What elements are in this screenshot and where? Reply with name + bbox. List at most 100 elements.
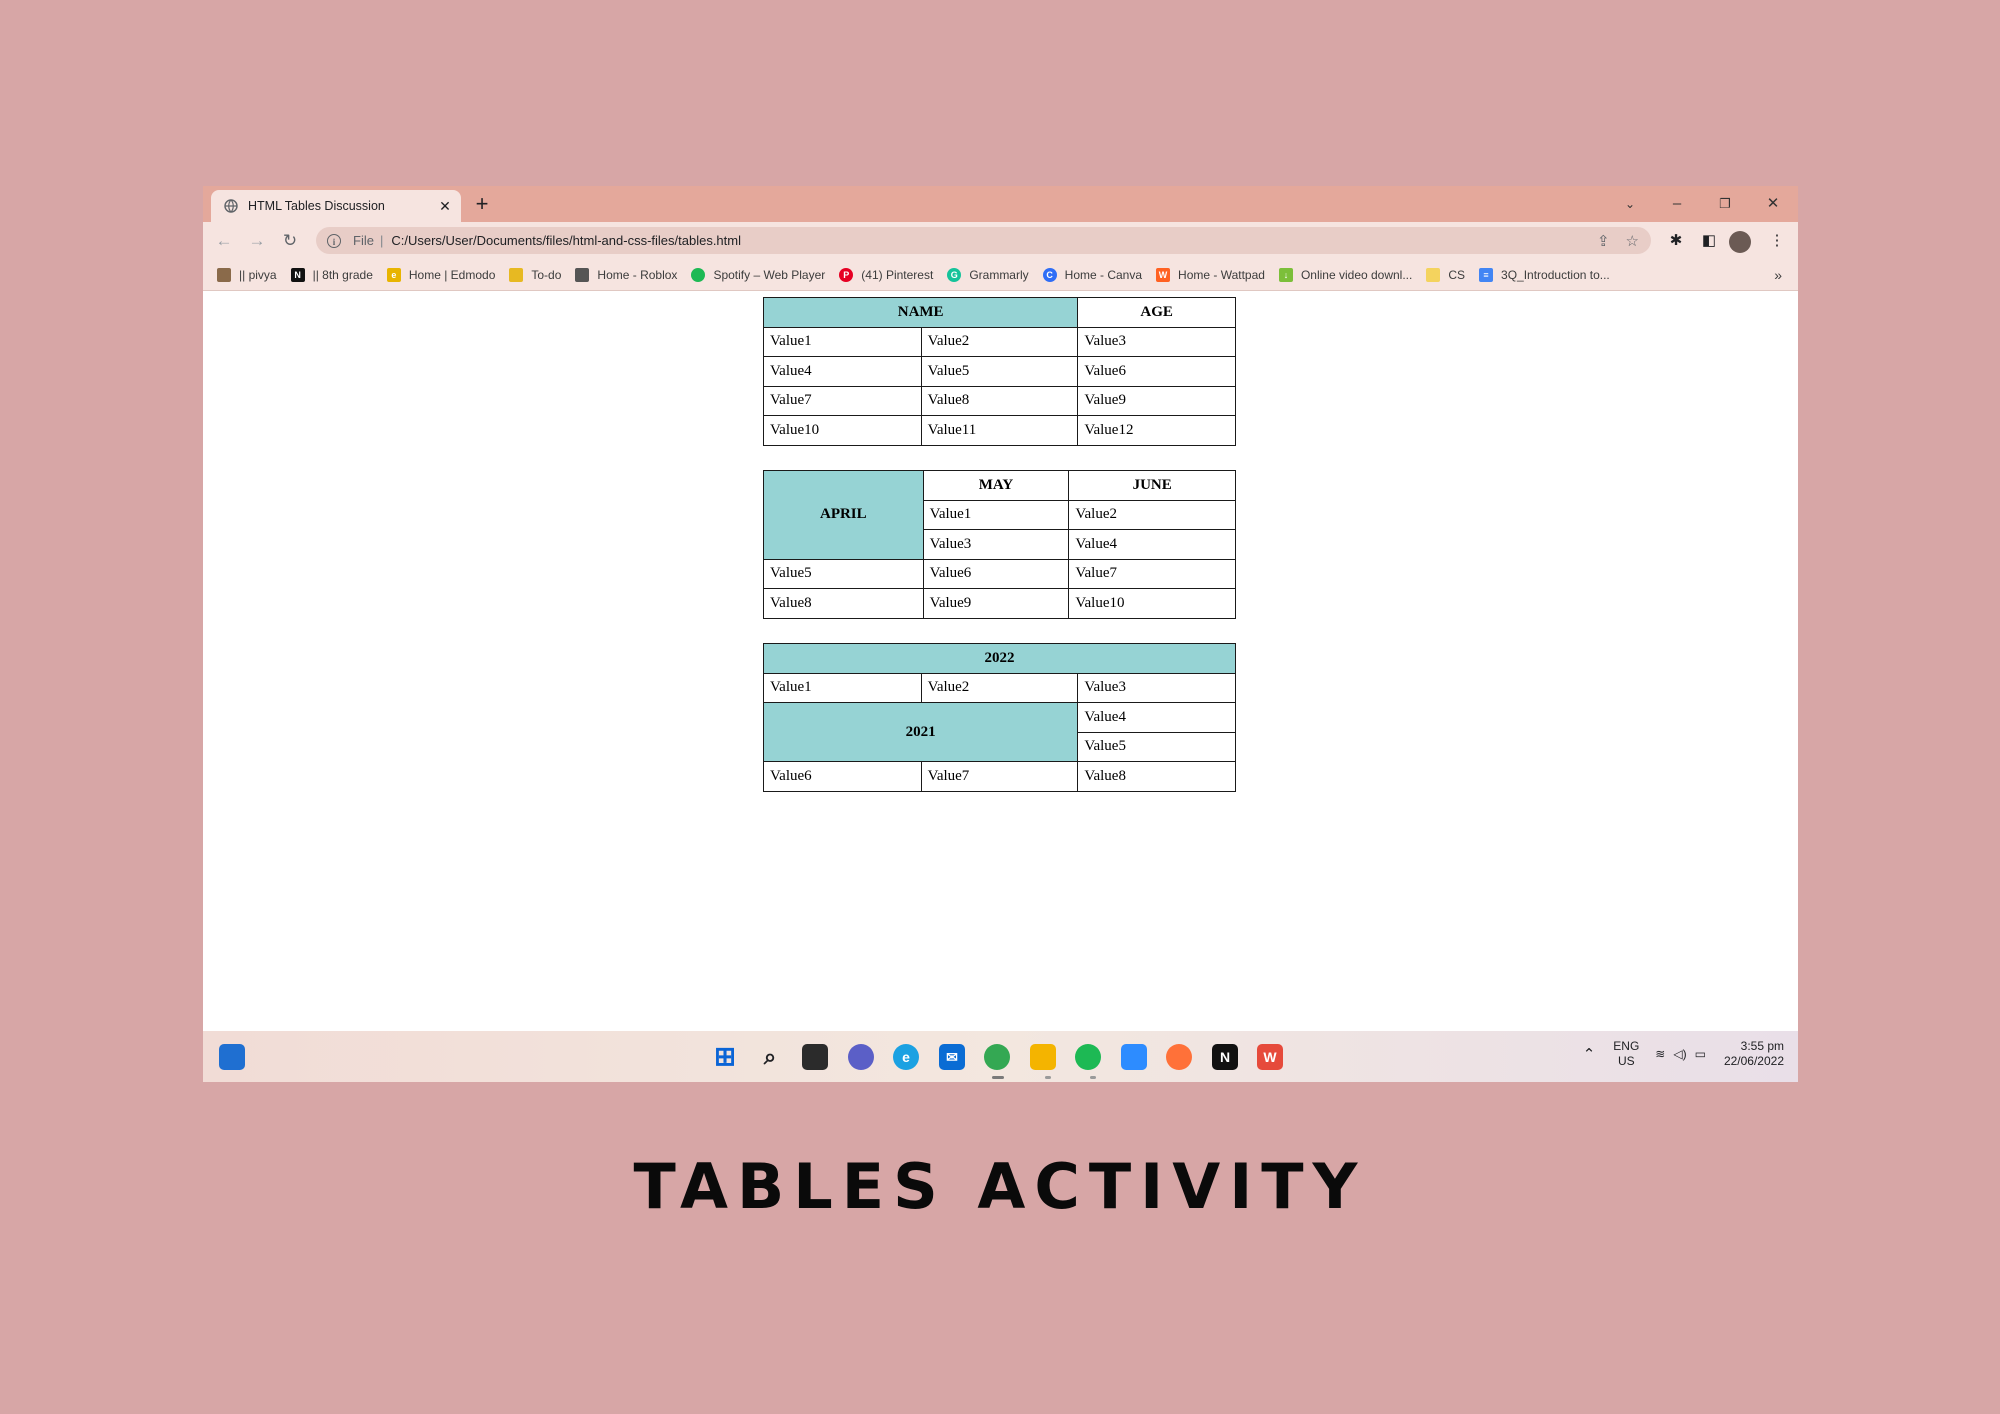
bookmark-item[interactable]: CS: [1426, 267, 1465, 282]
profile-avatar[interactable]: [1729, 231, 1751, 253]
table-cell: Value9: [922, 588, 1070, 619]
close-window-button[interactable]: ✕: [1753, 192, 1793, 216]
system-tray: ⌃ ENG US ≋ ◁) ▭ 3:55 pm 22/06/2022: [1583, 1039, 1784, 1069]
extensions-puzzle-icon[interactable]: ✱: [1665, 230, 1687, 252]
table-cell: Value12: [1077, 415, 1236, 446]
bookmarks-bar: || pivya N || 8th grade e Home | Edmodo To…: [203, 259, 1798, 291]
restore-button[interactable]: ❐: [1705, 192, 1745, 216]
table-header-row: APRIL MAY JUNE: [763, 470, 1236, 560]
bookmark-label: Home - Wattpad: [1178, 267, 1265, 282]
chevron-up-icon[interactable]: ⌃: [1583, 1045, 1596, 1063]
table-row: Value8 Value9 Value10: [763, 588, 1236, 619]
chrome-icon[interactable]: [984, 1044, 1010, 1070]
file-explorer-icon[interactable]: [1030, 1044, 1056, 1070]
page-content: NAME AGE Value1 Value2 Value3 Value4 Val…: [203, 291, 1798, 1031]
clock-time: 3:55 pm: [1740, 1039, 1784, 1053]
grammarly-icon: G: [947, 267, 962, 282]
pinterest-icon: P: [839, 267, 854, 282]
clock[interactable]: 3:55 pm 22/06/2022: [1724, 1039, 1784, 1069]
bookmark-item[interactable]: Home - Roblox: [575, 267, 677, 282]
table-cell: Value1: [922, 499, 1070, 530]
info-icon[interactable]: i: [327, 233, 341, 248]
table-cell: Value6: [1077, 356, 1236, 387]
bookmark-item[interactable]: || pivya: [217, 267, 277, 282]
table-cell: Value3: [1077, 326, 1236, 357]
back-button[interactable]: ←: [211, 228, 237, 254]
language-label: ENG: [1613, 1039, 1640, 1053]
mail-icon[interactable]: ✉: [939, 1044, 965, 1070]
table-cell: Value5: [920, 356, 1079, 387]
search-icon[interactable]: ⌕: [757, 1044, 783, 1070]
edge-icon[interactable]: e: [893, 1044, 919, 1070]
table-cell: Value9: [1077, 385, 1236, 416]
tab-active[interactable]: HTML Tables Discussion ✕: [211, 190, 461, 222]
zoom-icon[interactable]: [1121, 1044, 1147, 1070]
share-icon[interactable]: ⇪: [1597, 232, 1610, 250]
battery-icon[interactable]: ▭: [1695, 1047, 1706, 1061]
bookmark-item[interactable]: To-do: [509, 267, 562, 282]
task-view-icon[interactable]: [802, 1044, 828, 1070]
table-months: APRIL MAY JUNE Value1 Value2 Value3 Valu…: [763, 470, 1236, 619]
wifi-icon[interactable]: ≋: [1655, 1047, 1665, 1061]
header-june: JUNE: [1068, 470, 1236, 501]
bookmark-label: (41) Pinterest: [861, 267, 934, 282]
tab-search-chevron-icon[interactable]: ⌄: [1610, 192, 1650, 216]
table-row: Value1 Value2 Value3: [763, 326, 1236, 357]
download-icon: ↓: [1278, 267, 1293, 282]
table-row: Value5 Value6 Value7: [763, 558, 1236, 589]
table-name-age: NAME AGE Value1 Value2 Value3 Value4 Val…: [762, 297, 1236, 446]
forward-button[interactable]: →: [244, 228, 270, 254]
bookmark-item[interactable]: Spotify – Web Player: [691, 267, 825, 282]
table-cell: Value8: [920, 385, 1079, 416]
roblox-icon: [575, 267, 590, 282]
url-text[interactable]: C:/Users/User/Documents/files/html-and-c…: [391, 233, 741, 248]
bookmark-item[interactable]: W Home - Wattpad: [1156, 267, 1265, 282]
tab-title: HTML Tables Discussion: [248, 199, 385, 213]
reload-button[interactable]: ↻: [277, 228, 303, 254]
volume-icon[interactable]: ◁): [1673, 1047, 1686, 1061]
address-bar[interactable]: i File | C:/Users/User/Documents/files/h…: [316, 227, 1651, 254]
firefox-icon[interactable]: [1166, 1044, 1192, 1070]
windows-start-icon[interactable]: ⊞: [712, 1043, 738, 1070]
table-cell: Value2: [920, 672, 1079, 703]
new-tab-button[interactable]: +: [469, 192, 495, 218]
language-indicator[interactable]: ENG US: [1613, 1039, 1639, 1069]
bookmark-star-icon[interactable]: ☆: [1626, 232, 1639, 250]
spotify-icon[interactable]: [1075, 1044, 1101, 1070]
widgets-icon[interactable]: [219, 1044, 245, 1070]
table-row: Value6 Value7 Value8: [763, 761, 1236, 792]
running-indicator: [1090, 1076, 1096, 1079]
bookmark-label: 3Q_Introduction to...: [1501, 267, 1610, 282]
table-row: Value10 Value11 Value12: [763, 415, 1236, 446]
table-cell: Value8: [763, 588, 924, 619]
teams-chat-icon[interactable]: [848, 1044, 874, 1070]
header-2022: 2022: [763, 643, 1236, 674]
bookmark-item[interactable]: C Home - Canva: [1042, 267, 1142, 282]
bookmarks-overflow-icon[interactable]: »: [1774, 267, 1782, 283]
url-separator: |: [379, 233, 384, 248]
bookmark-label: To-do: [531, 267, 562, 282]
running-indicator: [992, 1076, 1004, 1079]
notion-icon[interactable]: N: [1212, 1044, 1238, 1070]
bookmark-item[interactable]: ≡ 3Q_Introduction to...: [1479, 267, 1610, 282]
browser-window: HTML Tables Discussion ✕ + ⌄ – ❐ ✕ ← → ↻…: [203, 186, 1798, 1082]
folder-icon: [1426, 267, 1441, 282]
bookmark-item[interactable]: G Grammarly: [947, 267, 1029, 282]
bookmark-item[interactable]: ↓ Online video downl...: [1278, 267, 1413, 282]
side-panel-icon[interactable]: ◧: [1698, 230, 1720, 252]
tab-close-icon[interactable]: ✕: [433, 198, 457, 215]
table-cell: Value2: [920, 326, 1079, 357]
tab-strip: HTML Tables Discussion ✕ + ⌄ – ❐ ✕: [203, 186, 1798, 222]
table-header-row: 2022: [763, 643, 1236, 674]
bookmark-label: Online video downl...: [1300, 267, 1413, 282]
bookmark-item[interactable]: N || 8th grade: [290, 267, 373, 282]
minimize-button[interactable]: –: [1657, 192, 1697, 216]
table-cell: Value6: [763, 761, 922, 792]
wps-office-icon[interactable]: W: [1257, 1044, 1283, 1070]
bookmark-label: Grammarly: [969, 267, 1029, 282]
bookmark-item[interactable]: P (41) Pinterest: [839, 267, 934, 282]
bookmark-item[interactable]: e Home | Edmodo: [386, 267, 495, 282]
menu-kebab-icon[interactable]: ⋮: [1766, 230, 1788, 252]
table-cell: Value4: [1068, 529, 1236, 560]
table-cell: Value1: [763, 672, 922, 703]
